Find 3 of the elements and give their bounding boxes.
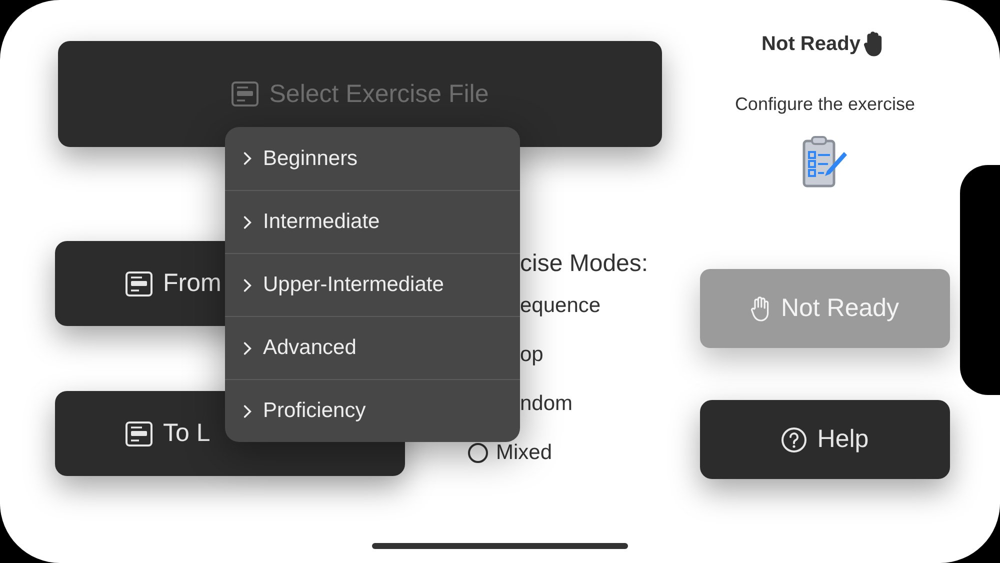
status-message: Configure the exercise	[734, 94, 916, 115]
status-title: Not Ready	[762, 33, 860, 56]
exercise-modes-title: cise Modes:	[519, 250, 648, 278]
